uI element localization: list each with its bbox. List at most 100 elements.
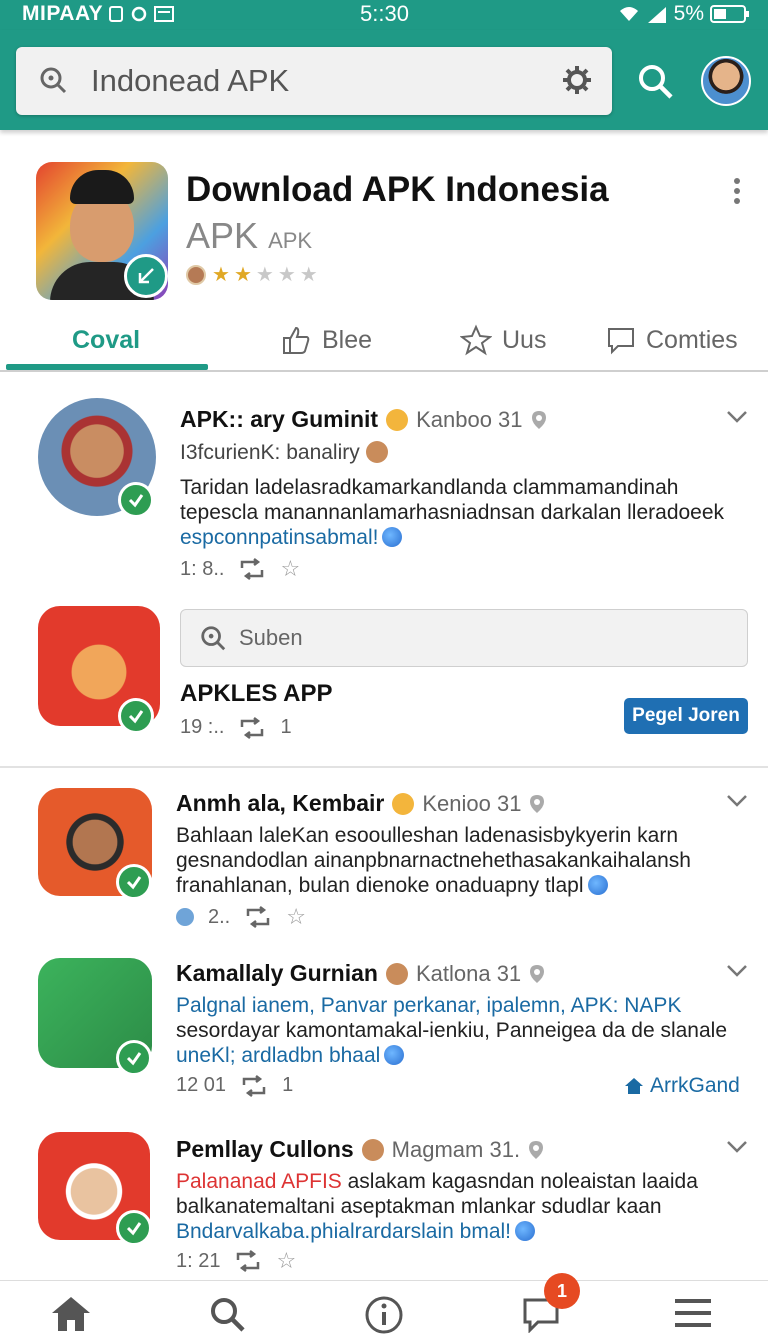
info-icon[interactable] [364,1295,404,1335]
chevron-down-icon[interactable] [726,1140,748,1154]
post-author[interactable]: Pemllay Cullons [176,1136,354,1163]
post-actions: 19 :.. 1 [180,716,292,739]
post-body-line: Bahlaan laleKan esooulleshan ladenasisby… [176,824,679,847]
active-tab-indicator [6,364,208,370]
post-body-line: gesnandodlan ainanpbnarnactnehethasakank… [176,849,691,872]
search-input[interactable]: Indonead APK [16,47,612,115]
join-button[interactable]: Pegel Joren [624,698,748,734]
feed-post[interactable]: Kamallaly Gurnian Katlona 31 Palgnal ian… [0,936,768,1112]
star-icon: ★ [255,264,274,286]
tab-comties[interactable]: Comties [606,308,738,372]
post-body-line: sesordayar kamontamakal-ienkiu, Panneige… [176,1019,728,1042]
post-count: 12 01 [176,1074,227,1096]
post-body-text: Bndarvalkaba.phialrardarslain bmal! [176,1220,512,1243]
post-header: Anmh ala, Kembair Kenioo 31 [176,790,545,817]
status-indicators: 5% [618,2,750,26]
tab-label: Coval [72,325,141,354]
feed-post[interactable]: Suben APKLES APP 19 :.. 1 Pegel Joren [0,376,768,756]
post-action-link[interactable]: ArrkGand [624,1074,740,1098]
bottom-nav: 1 [0,1273,768,1344]
feed-post[interactable]: Anmh ala, Kembair Kenioo 31 Bahlaan lale… [0,766,768,936]
verified-icon [116,1210,152,1246]
verified-icon [116,864,152,900]
post-author[interactable]: Kamallaly Gurnian [176,960,378,987]
repost-icon[interactable] [244,906,272,928]
location-icon [530,964,545,983]
post-body-line: uneKl; ardladbn bhaal [176,1044,405,1068]
repost-icon[interactable] [240,1074,268,1097]
status-bar: MIPAAY 5::30 5% [0,0,768,30]
post-body-line: Palananad APFIS aslakam kagasndan noleai… [176,1170,698,1194]
repost-icon[interactable] [238,716,266,739]
emoji-icon [361,1138,384,1161]
post-body-text: uneKl; ardladbn bhaal [176,1044,381,1067]
location-icon [529,1140,544,1159]
signal-icon [647,7,666,23]
post-body-line: Palgnal ianem, Panvar perkanar, ipalemn,… [176,994,682,1017]
tab-label: Comties [646,325,738,354]
app-title: Download APK Indonesia [186,170,609,209]
post-count: 1: 21 [176,1249,221,1272]
post-actions: 1: 21 ☆ [176,1248,296,1274]
tab-label: Blee [322,325,373,354]
search-value: Indonead APK [91,63,290,98]
tab-uus[interactable]: Uus [460,308,546,372]
battery-icon [710,5,749,23]
post-body-text: aslakam kagasndan noleaistan laaida [341,1170,698,1193]
notification-badge: 1 [544,1273,580,1309]
battery-percent: 5% [673,2,704,25]
post-search-input[interactable]: Suben [180,609,748,667]
post-action-label: ArrkGand [650,1074,740,1097]
star-icon: ★ [212,264,230,286]
star-outline-icon[interactable]: ☆ [286,904,306,930]
post-body-text: franahlanan, bulan dienoke onaduapny tla… [176,874,584,897]
menu-icon[interactable] [674,1295,712,1331]
emoji-icon [392,792,415,815]
globe-icon [384,1045,405,1065]
post-meta: Katlona 31 [415,960,522,986]
post-meta: Magmam 31. [391,1136,521,1162]
more-options-icon[interactable] [734,178,746,208]
chevron-down-icon[interactable] [726,794,748,808]
post-count: 2.. [208,905,231,928]
feed: APK:: ary Guminit Kanboo 31 I3fcurienK: … [0,376,768,1274]
app-header: Download APK Indonesia APK APK ★ ★ ★ ★ ★… [0,140,768,372]
search-icon[interactable] [636,62,676,102]
post-title: APKLES APP [180,680,333,707]
star-icon: ★ [277,264,296,286]
verified-icon [116,1040,152,1076]
tab-coval[interactable]: Coval [72,308,140,372]
verified-icon [118,698,154,734]
home-icon[interactable] [50,1295,92,1333]
download-icon [124,254,168,298]
status-time: 5::30 [360,1,409,26]
location-icon [530,794,545,813]
star-icon: ★ [233,264,252,286]
search-icon [201,626,226,651]
repost-icon[interactable] [234,1250,262,1272]
post-actions: 2.. ☆ [176,904,306,930]
avatar[interactable] [701,56,751,106]
carrier-label: MIPAAY [22,2,103,25]
post-author[interactable]: Anmh ala, Kembair [176,790,384,817]
search-icon[interactable] [208,1295,246,1333]
card-icon [153,6,174,23]
app-icon [36,162,168,300]
app-subtitle: APK APK [186,215,312,257]
star-outline-icon [460,324,492,356]
post-body-line: balkanatemaltani aseptakman mlankar sdud… [176,1195,662,1218]
thumbs-up-icon [283,326,310,354]
chevron-down-icon[interactable] [726,964,748,978]
rating: ★ ★ ★ ★ ★ [186,262,318,287]
status-carrier: MIPAAY [22,2,174,26]
tab-blee[interactable]: Blee [280,308,372,372]
post-count: 19 :.. [180,716,225,738]
gear-icon[interactable] [562,65,592,95]
reshare-count: 1 [282,1074,294,1096]
feed-post[interactable]: Pemllay Cullons Magmam 31. Palananad APF… [0,1112,768,1274]
search-icon [40,67,67,94]
app-bar: Indonead APK [0,30,768,130]
reviewer-avatar [186,264,206,285]
emoji-icon [385,962,408,985]
star-outline-icon[interactable]: ☆ [276,1248,296,1274]
